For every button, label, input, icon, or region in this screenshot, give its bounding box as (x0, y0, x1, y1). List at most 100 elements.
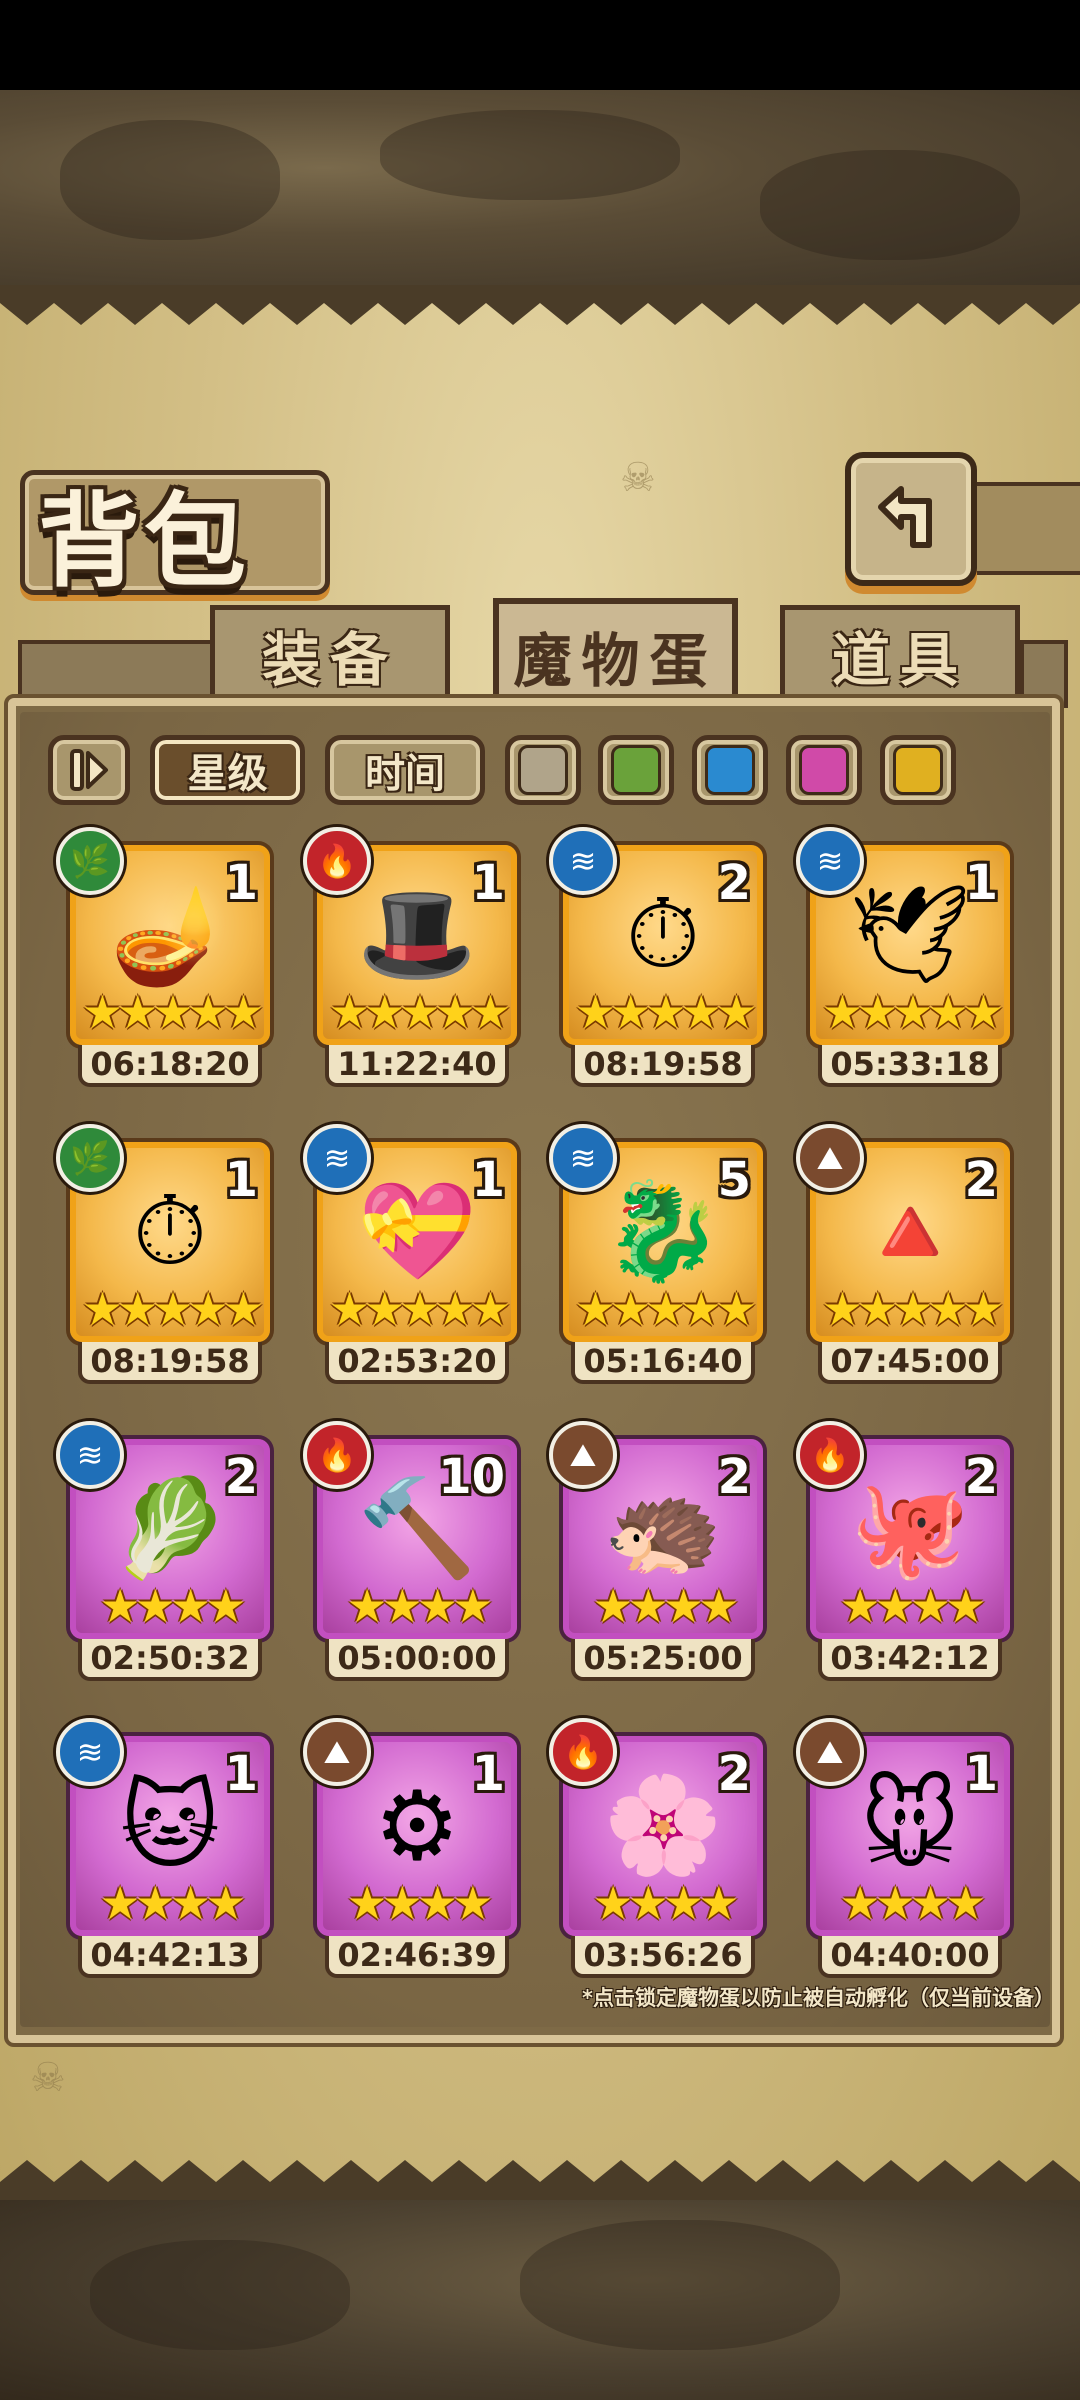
star-icon: ★ (346, 1876, 388, 1930)
egg-count: 1 (471, 1152, 505, 1208)
egg-artwork: 🐉 (603, 1175, 723, 1287)
star-icon: ★ (328, 1282, 370, 1336)
star-rating: ★★★★★ (317, 1282, 517, 1336)
egg-count: 1 (964, 855, 998, 911)
star-icon: ★ (205, 1876, 246, 1930)
egg-artwork: 🥬 (110, 1472, 230, 1584)
egg-card[interactable]: 🌸 2 ★★★★ 03:56:26 🔥 (549, 1718, 763, 1981)
star-icon: ★ (610, 985, 651, 1039)
tab-items[interactable]: 道具 (780, 605, 1020, 700)
water-wave-icon: ≋ (549, 827, 617, 895)
egg-artwork: 🕊 (849, 878, 971, 990)
egg-card[interactable]: 🐙 2 ★★★★ 03:42:12 🔥 (796, 1421, 1010, 1684)
filter-green-button[interactable] (598, 735, 674, 805)
flame-icon: 🔥 (303, 827, 371, 895)
egg-card[interactable]: 🕊 1 ★★★★★ 05:33:18 ≋ (796, 827, 1010, 1090)
status-bar (0, 0, 1080, 90)
egg-card[interactable]: 🎩 1 ★★★★★ 11:22:40 🔥 (303, 827, 517, 1090)
star-icon: ★ (927, 1282, 969, 1336)
star-icon: ★ (469, 1282, 511, 1336)
star-icon: ★ (627, 1579, 669, 1633)
star-icon: ★ (381, 1876, 423, 1930)
star-icon: ★ (187, 1282, 229, 1336)
mountain-icon: ⛰ (303, 1718, 371, 1786)
star-rating: ★★★★ (317, 1579, 517, 1633)
star-icon: ★ (945, 1579, 986, 1633)
egg-card[interactable]: ⏱ 1 ★★★★★ 08:19:58 🌿 (56, 1124, 270, 1387)
hint-text: *点击锁定魔物蛋以防止被自动孵化（仅当前设备） (582, 1986, 1055, 2010)
egg-count: 1 (224, 855, 258, 911)
star-icon: ★ (715, 985, 757, 1039)
egg-count: 2 (717, 855, 751, 911)
egg-count: 5 (717, 1152, 751, 1208)
egg-artwork: 💝 (357, 1175, 477, 1287)
sort-by-time-button[interactable]: 时间 (325, 735, 485, 805)
star-icon: ★ (574, 985, 616, 1039)
star-icon: ★ (434, 1282, 476, 1336)
star-icon: ★ (117, 985, 158, 1039)
filter-yellow-button[interactable] (880, 735, 956, 805)
star-icon: ★ (715, 1282, 757, 1336)
star-icon: ★ (134, 1579, 176, 1633)
page-title: 背包 (38, 483, 250, 602)
star-icon: ★ (574, 1282, 616, 1336)
star-icon: ★ (99, 1876, 141, 1930)
star-icon: ★ (222, 1282, 264, 1336)
tab-monster-eggs[interactable]: 魔物蛋 (493, 598, 738, 708)
egg-card[interactable]: ⏱ 2 ★★★★★ 08:19:58 ≋ (549, 827, 763, 1090)
egg-card[interactable]: 🐭 1 ★★★★ 04:40:00 ⛰ (796, 1718, 1010, 1981)
star-icon: ★ (134, 1876, 176, 1930)
filter-pink-button[interactable] (786, 735, 862, 805)
egg-card[interactable]: 🐉 5 ★★★★★ 05:16:40 ≋ (549, 1124, 763, 1387)
hatch-timer: 04:42:13 (78, 1936, 262, 1978)
hatch-timer: 03:56:26 (571, 1936, 755, 1978)
egg-artwork: 🔺 (850, 1175, 970, 1287)
egg-artwork: 🪔 (110, 878, 230, 990)
star-icon: ★ (452, 1876, 493, 1930)
star-icon: ★ (170, 1876, 211, 1930)
egg-count: 2 (964, 1449, 998, 1505)
sort-order-button[interactable] (48, 735, 130, 805)
skull-map-mark: ☠ (30, 2055, 66, 2101)
egg-card[interactable]: 🪔 1 ★★★★★ 06:18:20 🌿 (56, 827, 270, 1090)
egg-artwork: 🌸 (603, 1769, 723, 1881)
star-icon: ★ (434, 985, 476, 1039)
hatch-timer: 07:45:00 (818, 1342, 1002, 1384)
star-icon: ★ (663, 1876, 704, 1930)
egg-artwork: ⏱ (132, 1174, 208, 1287)
star-icon: ★ (839, 1876, 881, 1930)
egg-artwork: 🦔 (603, 1472, 723, 1584)
egg-artwork: 🎩 (357, 878, 477, 990)
color-swatch (893, 745, 943, 795)
hatch-timer: 05:33:18 (818, 1045, 1002, 1087)
filter-gray-button[interactable] (505, 735, 581, 805)
star-rating: ★★★★ (563, 1579, 763, 1633)
tab-equipment[interactable]: 装备 (210, 605, 450, 700)
filter-blue-button[interactable] (692, 735, 768, 805)
egg-card[interactable]: 🔺 2 ★★★★★ 07:45:00 ⛰ (796, 1124, 1010, 1387)
hatch-timer: 05:25:00 (571, 1639, 755, 1681)
star-icon: ★ (452, 1579, 493, 1633)
star-icon: ★ (99, 1579, 141, 1633)
sort-by-star-button[interactable]: 星级 (150, 735, 305, 805)
star-icon: ★ (328, 985, 370, 1039)
egg-card[interactable]: ⚙ 1 ★★★★ 02:46:39 ⛰ (303, 1718, 517, 1981)
star-icon: ★ (821, 1282, 863, 1336)
egg-card[interactable]: 🦔 2 ★★★★ 05:25:00 ⛰ (549, 1421, 763, 1684)
return-arrow-icon (878, 486, 932, 548)
star-icon: ★ (892, 985, 933, 1039)
star-icon: ★ (205, 1579, 246, 1633)
star-icon: ★ (81, 985, 123, 1039)
egg-card[interactable]: 💝 1 ★★★★★ 02:53:20 ≋ (303, 1124, 517, 1387)
mountain-icon: ⛰ (796, 1124, 864, 1192)
star-rating: ★★★★★ (810, 1282, 1010, 1336)
star-icon: ★ (698, 1876, 739, 1930)
egg-count: 2 (717, 1449, 751, 1505)
egg-artwork: ⏱ (625, 877, 701, 990)
star-icon: ★ (874, 1876, 916, 1930)
back-button[interactable] (845, 452, 977, 586)
egg-card[interactable]: 🐱 1 ★★★★ 04:42:13 ≋ (56, 1718, 270, 1981)
egg-card[interactable]: 🥬 2 ★★★★ 02:50:32 ≋ (56, 1421, 270, 1684)
egg-card[interactable]: 🔨 10 ★★★★ 05:00:00 🔥 (303, 1421, 517, 1684)
star-rating: ★★★★ (810, 1876, 1010, 1930)
